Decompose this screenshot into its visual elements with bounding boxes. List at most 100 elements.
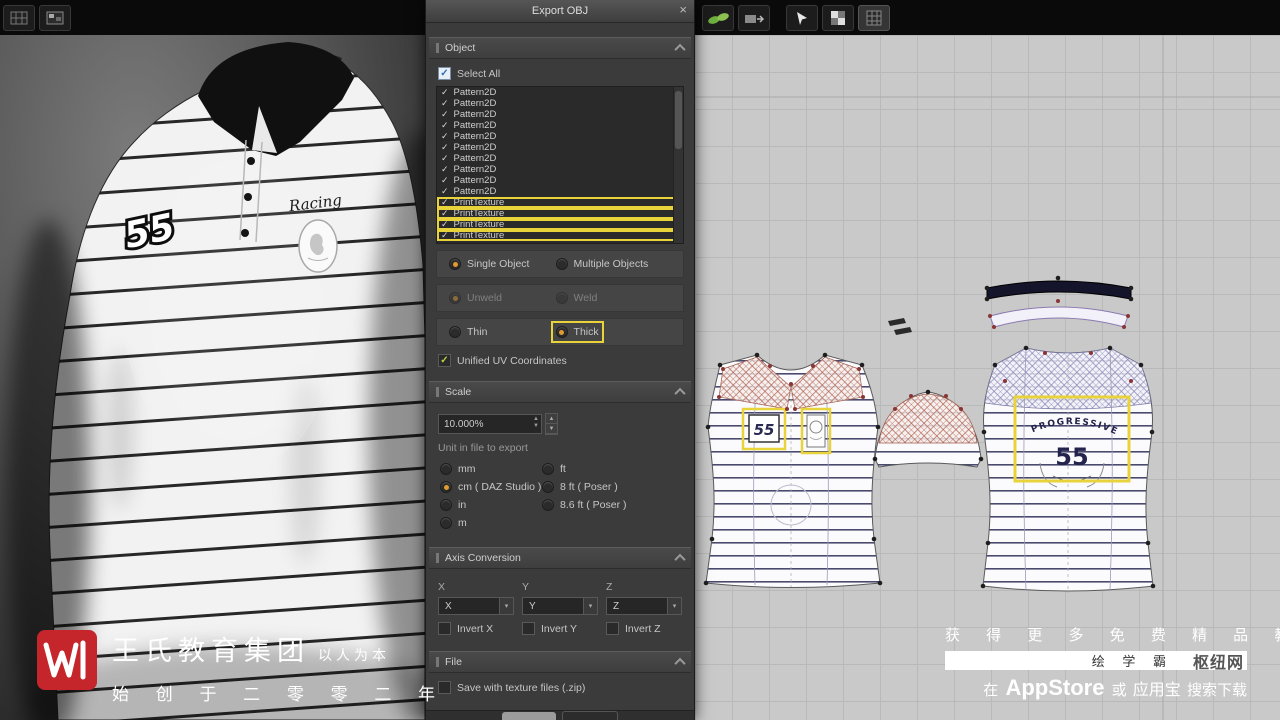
radio-unit-mm[interactable]: mm [440, 463, 542, 475]
section-header-object[interactable]: Object [429, 37, 691, 59]
radio-unit-m[interactable]: m [440, 517, 542, 529]
scale-stepper[interactable]: ▲ ▼ [545, 413, 558, 435]
object-list-item[interactable]: ✓ Pattern2D [437, 120, 683, 131]
spinner-arrows-icon[interactable]: ▲ ▼ [533, 416, 539, 430]
object-list-item[interactable]: ✓ Pattern2D [437, 98, 683, 109]
axis-y-dropdown[interactable]: Y ▾ [522, 597, 598, 615]
radio-weld[interactable]: Weld [555, 292, 597, 304]
ok-button-partial[interactable] [502, 712, 556, 720]
section-accent [436, 387, 439, 397]
object-list-item[interactable]: ✓ Pattern2D [437, 164, 683, 175]
select-all-checkbox[interactable]: ✓ Select All [438, 67, 682, 80]
dialog-titlebar[interactable]: Export OBJ × [426, 0, 694, 23]
axis-z-label: Z [606, 581, 613, 593]
object-list-item-highlighted[interactable]: ✓ PrintTexture [437, 219, 683, 230]
brand-founded: 始 创 于 二 零 零 二 年 [112, 685, 447, 704]
radio-unit-86ft-poser[interactable]: 8.6 ft ( Poser ) [542, 499, 680, 511]
radio-thick[interactable]: Thick [550, 321, 604, 343]
pattern-window-icon[interactable] [3, 5, 35, 31]
object-list-item[interactable]: ✓ Pattern2D [437, 87, 683, 98]
invert-y-checkbox[interactable]: Invert Y [522, 622, 598, 635]
object-list-item[interactable]: ✓ Pattern2D [437, 175, 683, 186]
app: 55 Racing 55 PROGRESSIVE 55 Export OBJ ×… [0, 0, 1280, 720]
3d-viewport[interactable]: 55 Racing [0, 0, 425, 720]
collapse-chevron-icon [674, 43, 686, 56]
crest-badge [298, 219, 338, 273]
unit-options: mm ft cm ( DAZ Studio ) 8 ft ( Poser ) i… [440, 463, 680, 529]
radio-unit-cm-daz[interactable]: cm ( DAZ Studio ) [440, 481, 542, 493]
collapse-chevron-icon [674, 657, 686, 670]
object-list-item[interactable]: ✓ Pattern2D [437, 131, 683, 142]
radio-multiple-objects[interactable]: Multiple Objects [555, 258, 648, 270]
radio-unit-ft[interactable]: ft [542, 463, 680, 475]
radio-icon [449, 292, 461, 304]
checkbox-checked-icon: ✓ [438, 67, 451, 80]
pattern-collar-band[interactable] [986, 280, 1132, 300]
object-list-item[interactable]: ✓ Pattern2D [437, 153, 683, 164]
scrollbar-thumb[interactable] [675, 91, 682, 149]
axis-x-dropdown[interactable]: X ▾ [438, 597, 514, 615]
dialog-bottom-strip [426, 710, 694, 720]
object-mode-row: Single Object Multiple Objects [436, 250, 684, 278]
yingyongbao-text: 应用宝 [1132, 682, 1181, 699]
pattern-placket-pieces[interactable] [888, 318, 912, 335]
object-list[interactable]: ✓ Pattern2D ✓ Pattern2D ✓ Pattern2D ✓ Patter… [436, 86, 684, 244]
object-list-item[interactable]: ✓ Pattern2D [437, 109, 683, 120]
section-header-scale[interactable]: Scale [429, 381, 691, 403]
invert-x-checkbox[interactable]: Invert X [438, 622, 514, 635]
button-icon [247, 157, 255, 165]
weld-mode-row: Unweld Weld [436, 284, 684, 312]
chevron-down-icon: ▾ [499, 598, 513, 614]
cancel-button-partial[interactable] [562, 711, 618, 720]
watermark-left: 王氏教育集团 以人为本 始 创 于 二 零 零 二 年 [36, 629, 446, 705]
axis-z-dropdown[interactable]: Z ▾ [606, 597, 682, 615]
texture-surface-icon[interactable] [822, 5, 854, 31]
thickness-row: Thin Thick [436, 318, 684, 346]
2d-pattern-viewport[interactable]: 55 PROGRESSIVE 55 [695, 35, 1280, 720]
checkbox-icon [606, 622, 619, 635]
object-list-item-highlighted[interactable]: ✓ PrintTexture [437, 208, 683, 219]
pattern-canvas: 55 PROGRESSIVE 55 [695, 35, 1280, 720]
object-list-item-highlighted[interactable]: ✓ PrintTexture [437, 197, 683, 208]
collapse-chevron-icon [674, 553, 686, 566]
radio-unweld[interactable]: Unweld [449, 292, 556, 304]
object-list-item-highlighted[interactable]: ✓ PrintTexture [437, 230, 683, 241]
section-accent [436, 553, 439, 563]
scale-value-input[interactable]: 10.000% ▲ ▼ [438, 414, 542, 434]
download-line: 在 AppStore 或 应用宝 搜索下载 [983, 675, 1247, 700]
chevron-down-icon: ▾ [667, 598, 681, 614]
pattern-window-alt-icon[interactable] [39, 5, 71, 31]
shoes-icon[interactable] [702, 5, 734, 31]
object-list-item[interactable]: ✓ Pattern2D [437, 186, 683, 197]
3d-garment-render: 55 Racing [0, 0, 425, 720]
button-icon [241, 229, 249, 237]
brand-name: 王氏教育集团 [112, 636, 310, 666]
pattern-collar-strip[interactable] [989, 306, 1129, 328]
radio-unit-8ft-poser[interactable]: 8 ft ( Poser ) [542, 481, 680, 493]
brand-slogan: 以人为本 [318, 647, 390, 663]
section-header-file[interactable]: File [429, 651, 691, 673]
section-header-axis[interactable]: Axis Conversion [429, 547, 691, 569]
button-icon [244, 193, 252, 201]
shuniuwang-brand: 枢纽网 [1192, 654, 1244, 672]
radio-icon [555, 258, 568, 270]
huixueba-badge: 绘 学 霸 [1091, 654, 1173, 669]
object-list-item[interactable]: ✓ Pattern2D [437, 142, 683, 153]
appstore-text: AppStore [1005, 675, 1105, 700]
scale-spinner-row: 10.000% ▲ ▼ ▲ ▼ [438, 413, 682, 435]
unified-uv-checkbox[interactable]: ✓ Unified UV Coordinates [438, 354, 682, 367]
save-texture-checkbox[interactable]: Save with texture files (.zip) [438, 681, 682, 694]
radio-single-object[interactable]: Single Object [449, 258, 556, 270]
close-icon[interactable]: × [679, 2, 687, 17]
radio-unit-in[interactable]: in [440, 499, 542, 511]
simulate-cursor-icon[interactable] [786, 5, 818, 31]
axis-y-label: Y [522, 581, 530, 593]
pattern-front-bodice[interactable] [705, 354, 881, 588]
list-scrollbar[interactable] [673, 87, 683, 243]
pattern-sleeve[interactable] [874, 391, 982, 468]
invert-z-checkbox[interactable]: Invert Z [606, 622, 682, 635]
mesh-surface-icon[interactable] [858, 5, 890, 31]
export-garment-icon[interactable] [738, 5, 770, 31]
dialog-title: Export OBJ [531, 5, 589, 17]
radio-thin[interactable]: Thin [449, 326, 556, 338]
